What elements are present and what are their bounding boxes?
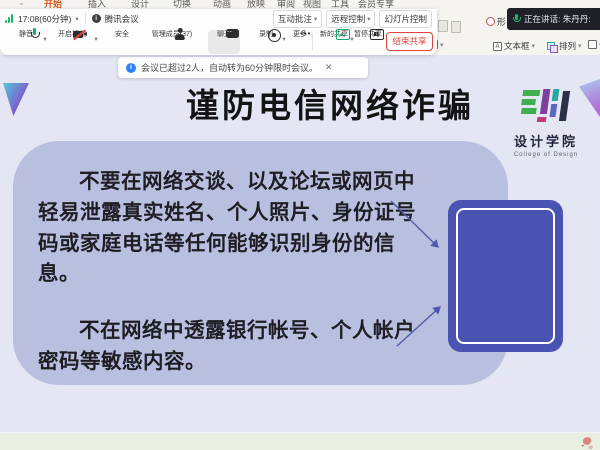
bottom-strip: [0, 432, 600, 450]
shape-label: 形: [497, 15, 506, 28]
tablet-shape: [448, 200, 563, 352]
record-button[interactable]: 录制: [259, 28, 273, 39]
chevron-down-icon: ▾: [367, 15, 370, 23]
remote-control-button[interactable]: 远程控制▾: [326, 10, 375, 28]
textbox-icon: A: [493, 42, 502, 51]
chat-button[interactable]: 聊天: [217, 28, 231, 39]
slide-control-button[interactable]: 幻灯片控制: [379, 10, 432, 28]
textbox-tool[interactable]: A 文本框 ▾: [493, 40, 535, 52]
meeting-app-name: 腾讯会议: [105, 13, 139, 25]
ribbon-row2: ▦▾ A 文本框 ▾ 排列 ▾ ▾: [425, 40, 600, 54]
college-logo: 设计学院 College of Design: [498, 89, 594, 158]
chevron-down-icon[interactable]: ▾: [75, 15, 78, 23]
screen: ⌄ 开始 插入 设计 切换 动画 放映 审阅 视图 工具 会员专享 形 ▦▾ A…: [0, 0, 600, 450]
end-share-button[interactable]: 结束共享: [386, 32, 433, 51]
security-button[interactable]: 安全: [115, 28, 129, 39]
decor-triangle-left: [3, 83, 29, 116]
shape-icon: [486, 17, 495, 26]
meeting-toolbar: 17:08(60分钟) ▾ i 腾讯会议 互动批注▾ 远程控制▾ 幻灯片控制 静…: [0, 9, 437, 55]
divider: [312, 33, 313, 50]
chevron-down-icon: ▾: [578, 42, 582, 50]
slide-size-tool[interactable]: ▾: [588, 40, 600, 49]
chevron-down-icon: ▾: [314, 15, 317, 23]
slide-content-box: 不要在网络交谈、以及论坛或网页中轻易泄露真实姓名、个人照片、身份证号码或家庭电话…: [13, 141, 508, 385]
new-share-button[interactable]: 新的共享: [320, 28, 348, 39]
arrange-tool[interactable]: 排列 ▾: [547, 40, 582, 52]
close-icon[interactable]: ✕: [325, 62, 333, 73]
speaking-label: 正在讲话: 朱丹丹:: [524, 13, 591, 25]
members-button[interactable]: 管理成员(37): [152, 28, 192, 39]
chevron-down-icon[interactable]: ▾: [94, 35, 97, 43]
textbox-label: 文本框: [504, 40, 530, 52]
meeting-toolbar-top: 17:08(60分钟) ▾ i 腾讯会议 互动批注▾ 远程控制▾ 幻灯片控制: [0, 9, 437, 28]
network-signal-icon: [5, 14, 14, 23]
logo-name: 设计学院: [498, 131, 594, 150]
divider: [85, 13, 86, 24]
notice-text: 会议已超过2人，自动转为60分钟限时会议。: [141, 61, 318, 74]
slide-paragraph-2: 不在网络中透露银行帐号、个人帐户密码等敏感内容。: [38, 316, 430, 378]
mic-active-icon: [513, 14, 520, 25]
clipboard-icons[interactable]: [438, 20, 464, 34]
flower-decoration: [582, 436, 593, 447]
more-button[interactable]: 更多: [293, 28, 307, 39]
shared-slide: i 会议已超过2人，自动转为60分钟限时会议。 ✕ 谨防电信网络诈骗 设计学院 …: [0, 55, 600, 432]
meeting-notice: i 会议已超过2人，自动转为60分钟限时会议。 ✕: [118, 57, 368, 78]
info-icon[interactable]: i: [92, 14, 101, 23]
arrange-label: 排列: [559, 40, 576, 52]
speaking-indicator: 正在讲话: 朱丹丹:: [507, 8, 600, 30]
meeting-toolbar-bottom: 静音 ▾ 开启视频 ▾ 安全 管理成员(37) 聊天 录制 ▾ 更多 新的共享 …: [0, 28, 437, 55]
annotate-button[interactable]: 互动批注▾: [273, 10, 322, 28]
camera-button[interactable]: 开启视频: [58, 28, 86, 39]
slide-paragraph-1: 不要在网络交谈、以及论坛或网页中轻易泄露真实姓名、个人照片、身份证号码或家庭电话…: [38, 167, 430, 290]
arrange-icon: [547, 42, 557, 51]
chevron-down-icon: ▾: [532, 42, 536, 50]
logo-subtitle: College of Design: [498, 152, 594, 158]
mute-button[interactable]: 静音: [19, 28, 33, 39]
quick-access-caret-icon[interactable]: ⌄: [18, 0, 25, 7]
shape-tool[interactable]: 形: [486, 15, 506, 28]
logo-mark-icon: [519, 89, 574, 123]
meeting-timer[interactable]: 17:08(60分钟): [18, 13, 71, 25]
chevron-down-icon[interactable]: ▾: [282, 35, 285, 43]
chevron-down-icon[interactable]: ▾: [43, 35, 46, 43]
info-icon: i: [126, 63, 136, 73]
pause-share-button[interactable]: 暂停共享: [354, 28, 382, 39]
